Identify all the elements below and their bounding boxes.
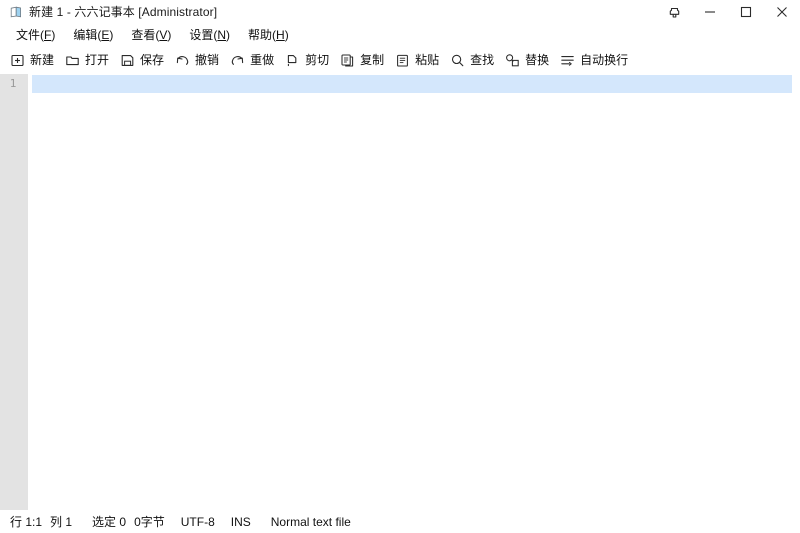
toolbar-button-replace[interactable]: 替换 xyxy=(503,48,558,72)
search-icon xyxy=(450,53,465,68)
replace-icon xyxy=(505,53,520,68)
title-bar-left: 新建 1 - 六六记事本 [Administrator] xyxy=(9,5,217,19)
toolbar-label-save: 保存 xyxy=(140,53,165,67)
menu-tail-view: ) xyxy=(167,28,172,42)
notepad-window: 新建 1 - 六六记事本 [Administrator] 文件(F) 编辑(E)… xyxy=(0,0,800,533)
caption-button-group xyxy=(656,0,800,24)
window-title: 新建 1 - 六六记事本 [Administrator] xyxy=(29,5,218,19)
toolbar-button-find[interactable]: 查找 xyxy=(448,48,503,72)
status-file-size: 0字节 xyxy=(134,514,165,529)
toolbar-button-cut[interactable]: 剪切 xyxy=(283,48,338,72)
text-editor-input[interactable] xyxy=(28,74,800,510)
status-bar: 行 1:1 列 1 选定 0 0字节 UTF-8 INS Normal text… xyxy=(0,510,800,533)
toolbar-label-word-wrap: 自动换行 xyxy=(580,53,629,67)
toolbar-button-new[interactable]: 新建 xyxy=(8,48,63,72)
toolbar-label-find: 查找 xyxy=(470,53,495,67)
paste-icon xyxy=(395,53,410,68)
cut-scissors-icon xyxy=(285,53,300,68)
editor-area: 1 xyxy=(0,74,800,510)
menu-label-file: 文件( xyxy=(16,28,44,42)
menu-tail-edit: ) xyxy=(109,28,114,42)
current-line-highlight xyxy=(32,75,792,93)
menu-bar: 文件(F) 编辑(E) 查看(V) 设置(N) 帮助(H) xyxy=(0,24,800,46)
toolbar-label-redo: 重做 xyxy=(250,53,275,67)
menu-label-settings: 设置( xyxy=(189,28,218,42)
menu-item-file[interactable]: 文件(F) xyxy=(7,25,64,45)
menu-tail-settings: ) xyxy=(226,28,231,42)
toolbar-button-save[interactable]: 保存 xyxy=(118,48,173,72)
maximize-button[interactable] xyxy=(728,0,764,24)
toolbar-label-undo: 撤销 xyxy=(195,53,220,67)
menu-label-help: 帮助( xyxy=(248,28,277,42)
toolbar-button-word-wrap[interactable]: 自动换行 xyxy=(558,48,637,72)
menu-mnemonic-help: H xyxy=(276,28,285,42)
pin-on-top-button[interactable] xyxy=(656,0,692,24)
toolbar-button-redo[interactable]: 重做 xyxy=(228,48,283,72)
open-folder-icon xyxy=(65,53,80,68)
menu-item-edit[interactable]: 编辑(E) xyxy=(64,25,122,45)
status-insert-mode[interactable]: INS xyxy=(231,515,251,529)
status-file-type[interactable]: Normal text file xyxy=(271,515,351,529)
toolbar-button-paste[interactable]: 粘贴 xyxy=(393,48,448,72)
toolbar-label-copy: 复制 xyxy=(360,53,385,67)
status-column: 列 1 xyxy=(50,514,73,529)
undo-arrow-icon xyxy=(175,53,190,68)
toolbar-label-cut: 剪切 xyxy=(305,53,330,67)
status-selection-count: 选定 0 xyxy=(92,514,127,529)
text-caret xyxy=(33,76,34,92)
menu-item-help[interactable]: 帮助(H) xyxy=(239,25,298,45)
toolbar-label-new: 新建 xyxy=(30,53,55,67)
toolbar-button-undo[interactable]: 撤销 xyxy=(173,48,228,72)
toolbar-label-open: 打开 xyxy=(85,53,110,67)
status-cursor-position: 行 1:1 xyxy=(10,514,43,529)
title-bar: 新建 1 - 六六记事本 [Administrator] xyxy=(0,0,800,24)
line-number-gutter: 1 xyxy=(0,74,28,510)
toolbar-button-open[interactable]: 打开 xyxy=(63,48,118,72)
toolbar-label-replace: 替换 xyxy=(525,53,550,67)
save-floppy-icon xyxy=(120,53,135,68)
toolbar-label-paste: 粘贴 xyxy=(415,53,440,67)
minimize-button[interactable] xyxy=(692,0,728,24)
menu-item-settings[interactable]: 设置(N) xyxy=(180,25,239,45)
line-number: 1 xyxy=(9,77,17,90)
status-encoding[interactable]: UTF-8 xyxy=(181,515,215,529)
menu-label-edit: 编辑( xyxy=(73,28,102,42)
copy-icon xyxy=(340,53,355,68)
menu-tail-file: ) xyxy=(51,28,56,42)
menu-tail-help: ) xyxy=(284,28,289,42)
close-button[interactable] xyxy=(764,0,800,24)
new-file-icon xyxy=(10,53,25,68)
menu-label-view: 查看( xyxy=(131,28,160,42)
redo-arrow-icon xyxy=(230,53,245,68)
menu-item-view[interactable]: 查看(V) xyxy=(122,25,180,45)
notepad-document-icon xyxy=(9,5,23,19)
toolbar-button-copy[interactable]: 复制 xyxy=(338,48,393,72)
word-wrap-icon xyxy=(560,53,575,68)
menu-mnemonic-settings: N xyxy=(217,28,227,42)
toolbar: 新建 打开 保存 撤销 重做 剪切 复制 粘贴 查找 替换 自动换行 xyxy=(0,46,800,74)
